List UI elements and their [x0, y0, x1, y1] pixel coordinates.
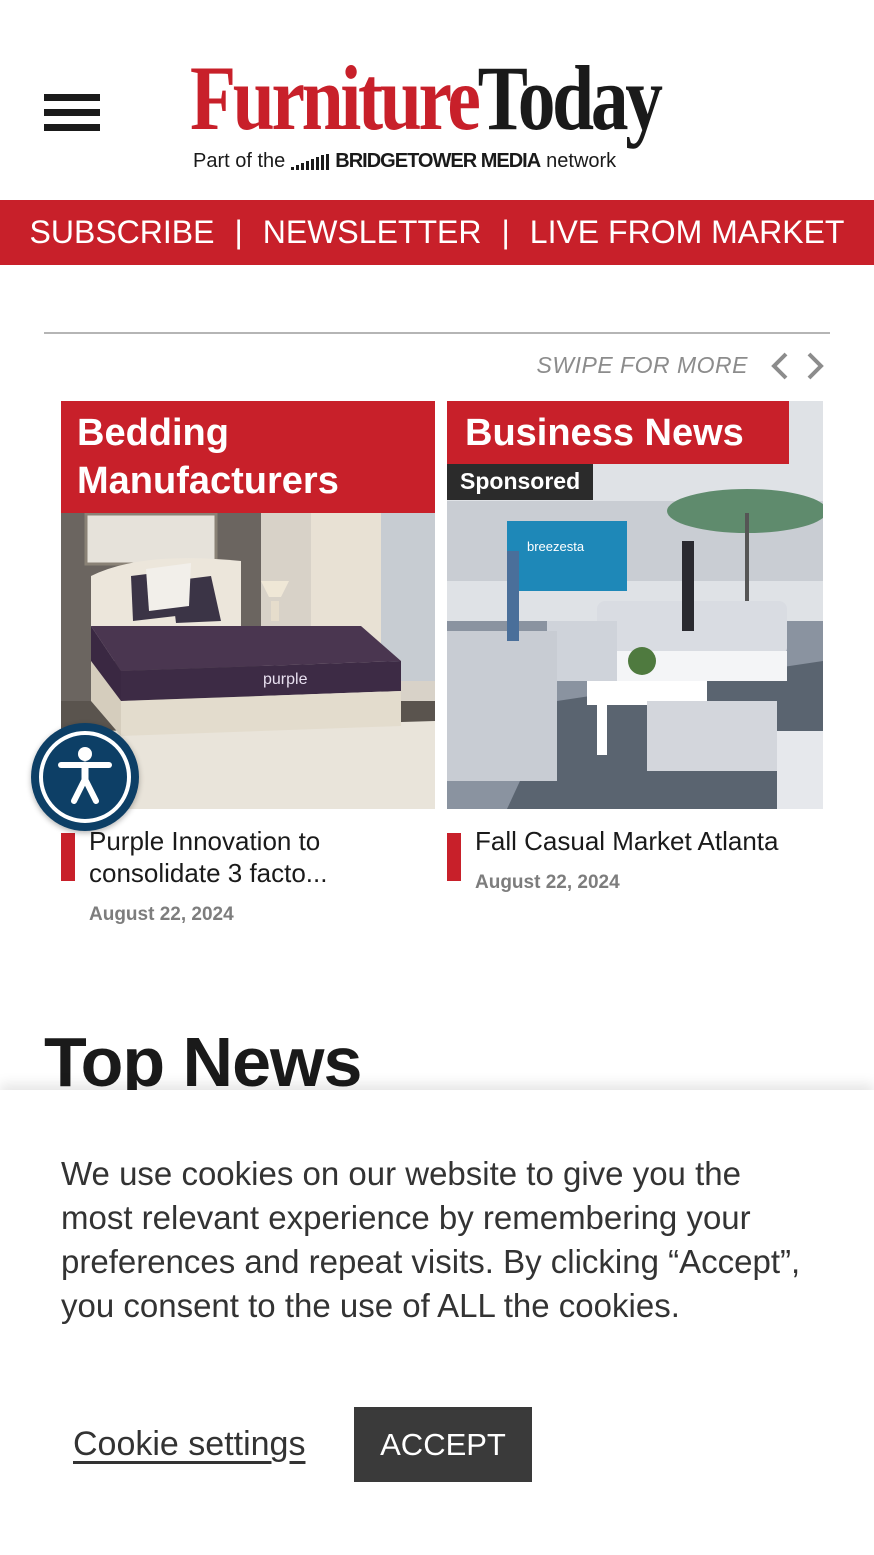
- site-header: FurnitureToday Part of the BRIDGETOWER M…: [0, 0, 874, 200]
- section-divider: [44, 332, 830, 334]
- chevron-left-icon[interactable]: [768, 350, 792, 382]
- cookie-consent-banner: We use cookies on our website to give yo…: [0, 1090, 874, 1555]
- carousel-card[interactable]: purple Bedding Manufacturers Purple Inno…: [61, 401, 435, 931]
- logo-tagline-suffix: network: [546, 150, 617, 172]
- chevron-right-icon[interactable]: [803, 350, 827, 382]
- logo-tagline: Part of the BRIDGETOWER MEDIA network: [193, 150, 616, 173]
- card-title[interactable]: Fall Casual Market Atlanta: [475, 825, 815, 857]
- logo-tagline-brand: BRIDGETOWER MEDIA: [335, 150, 541, 172]
- bridgetower-brand: BRIDGETOWER MEDIA: [291, 150, 541, 173]
- card-category-label[interactable]: Bedding Manufacturers: [61, 401, 435, 513]
- card-date: August 22, 2024: [475, 872, 620, 893]
- card-title[interactable]: Purple Innovation to consolidate 3 facto…: [89, 825, 429, 889]
- card-date: August 22, 2024: [89, 904, 234, 925]
- logo-wordmark: FurnitureToday: [190, 52, 663, 144]
- nav-live-from-market-link[interactable]: LIVE FROM MARKET: [530, 214, 845, 251]
- svg-text:breezesta: breezesta: [527, 539, 585, 554]
- card-accent-bar: [447, 833, 461, 881]
- accessibility-icon[interactable]: [31, 723, 139, 831]
- nav-separator: |: [234, 214, 243, 250]
- cookie-message: We use cookies on our website to give yo…: [61, 1155, 801, 1324]
- swipe-hint: SWIPE FOR MORE: [536, 352, 748, 378]
- card-accent-bar: [61, 833, 75, 881]
- sponsored-badge: Sponsored: [447, 464, 594, 500]
- nav-subscribe-link[interactable]: SUBSCRIBE: [30, 214, 215, 251]
- menu-bar: [44, 94, 100, 101]
- carousel-card[interactable]: breezesta Business News Sponsored Fall C…: [447, 401, 823, 931]
- svg-text:purple: purple: [263, 671, 308, 688]
- nav-separator: |: [501, 214, 510, 250]
- logo-tagline-prefix: Part of the: [193, 150, 286, 172]
- accessibility-figure-icon: [58, 747, 112, 804]
- card-category-label[interactable]: Business News: [447, 401, 789, 464]
- logo-word-today: Today: [477, 47, 663, 149]
- logo-word-furniture: Furniture: [190, 47, 481, 149]
- menu-bar: [44, 124, 100, 131]
- menu-bar: [44, 109, 100, 116]
- site-logo[interactable]: FurnitureToday Part of the BRIDGETOWER M…: [190, 52, 750, 182]
- cookie-settings-link[interactable]: Cookie settings: [73, 1425, 305, 1464]
- hamburger-menu-icon[interactable]: [44, 94, 100, 132]
- nav-newsletter-link[interactable]: NEWSLETTER: [263, 214, 482, 251]
- top-nav-bar: SUBSCRIBE | NEWSLETTER | LIVE FROM MARKE…: [0, 200, 874, 265]
- accept-cookies-button[interactable]: ACCEPT: [354, 1407, 532, 1482]
- bridgetower-bars-icon: [291, 153, 331, 170]
